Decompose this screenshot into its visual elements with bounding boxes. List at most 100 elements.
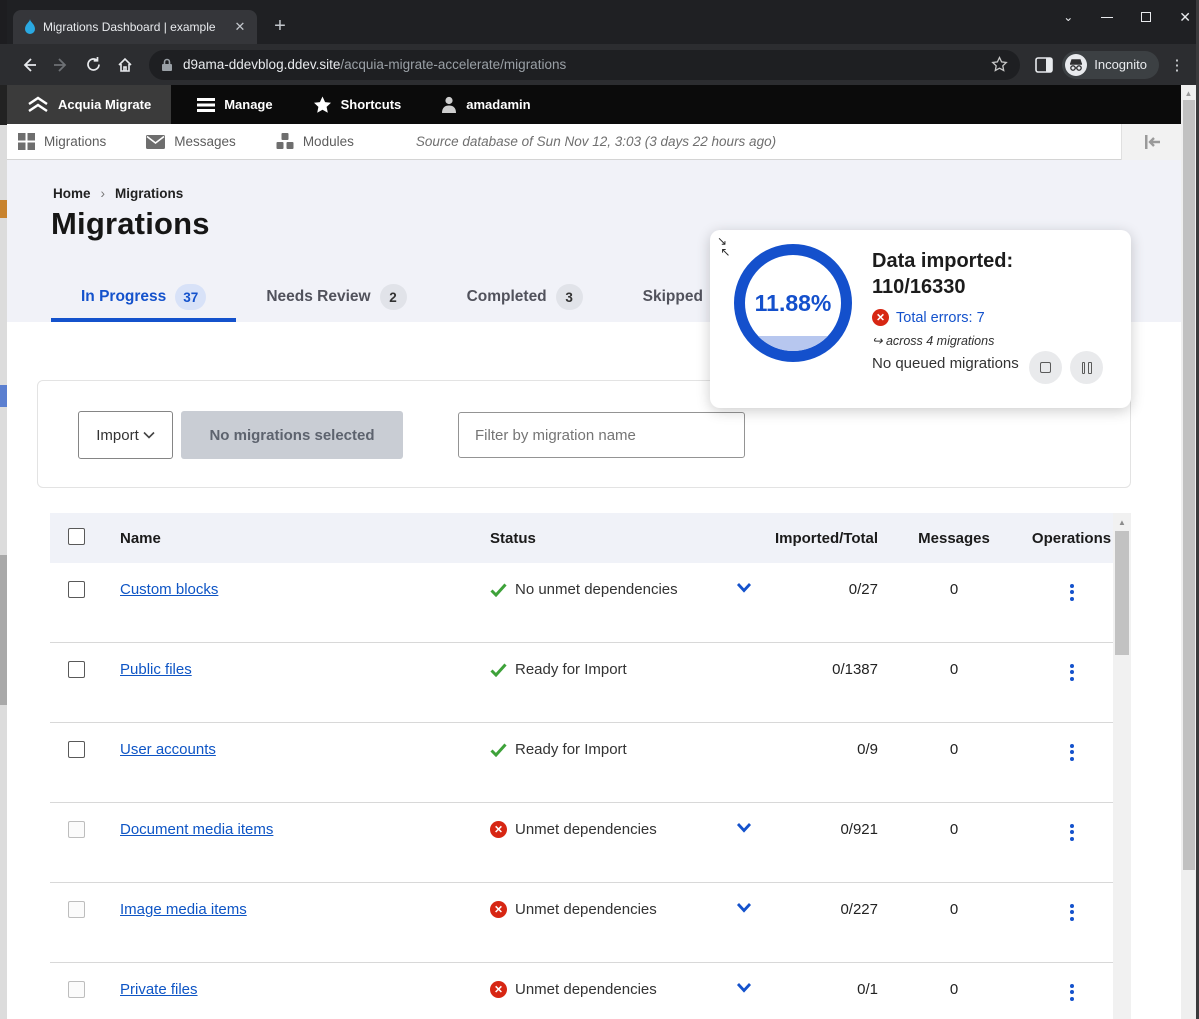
breadcrumb-home-link[interactable]: Home xyxy=(53,186,91,201)
migrations-table: Name Status Imported/Total Messages Oper… xyxy=(50,513,1113,1019)
tab-needs-review[interactable]: Needs Review2 xyxy=(236,276,436,322)
browser-scroll-up-icon[interactable]: ▲ xyxy=(1181,89,1196,98)
tab-search-chevron-icon[interactable]: ⌄ xyxy=(1063,10,1073,24)
row-checkbox[interactable] xyxy=(68,901,85,918)
nav-modules[interactable]: Modules xyxy=(262,124,368,159)
imported-total-value: 0/27 xyxy=(752,563,878,598)
imported-total-value: 0/1 xyxy=(752,963,878,998)
migration-link-private-files[interactable]: Private files xyxy=(120,981,198,998)
widget-buttons xyxy=(1029,351,1103,384)
browser-scrollbar-thumb[interactable] xyxy=(1183,100,1195,870)
row-checkbox[interactable] xyxy=(68,661,85,678)
breadcrumb: Home › Migrations xyxy=(53,186,183,201)
tab-close-icon[interactable]: ✕ xyxy=(231,18,249,36)
incognito-label: Incognito xyxy=(1094,57,1147,72)
address-bar[interactable]: d9ama-ddevblog.ddev.site/acquia-migrate-… xyxy=(149,50,1020,80)
tab-label: Completed xyxy=(467,288,547,306)
scroll-up-icon[interactable]: ▲ xyxy=(1113,518,1131,527)
messages-count: 0 xyxy=(878,563,1030,598)
nav-modules-label: Modules xyxy=(303,134,354,149)
row-checkbox[interactable] xyxy=(68,741,85,758)
nav-messages[interactable]: Messages xyxy=(132,124,250,159)
shortcuts-menu[interactable]: Shortcuts xyxy=(297,85,418,124)
back-icon[interactable] xyxy=(15,51,43,79)
chevron-down-icon[interactable] xyxy=(736,982,752,993)
close-window-icon[interactable]: ✕ xyxy=(1179,9,1191,26)
select-all-checkbox[interactable] xyxy=(68,528,85,545)
operations-kebab-icon[interactable] xyxy=(1070,821,1074,843)
total-errors-row: ✕ Total errors: 7 xyxy=(872,309,1122,326)
user-icon xyxy=(441,96,457,113)
migration-link-custom-blocks[interactable]: Custom blocks xyxy=(120,581,218,598)
browser-tab[interactable]: Migrations Dashboard | example ✕ xyxy=(13,10,257,44)
total-errors-link[interactable]: Total errors: 7 xyxy=(896,310,985,326)
status-label: Unmet dependencies xyxy=(515,981,657,998)
messages-count: 0 xyxy=(878,883,1030,918)
migration-link-document-media-items[interactable]: Document media items xyxy=(120,821,273,838)
migration-link-public-files[interactable]: Public files xyxy=(120,661,192,678)
status-cell: ✕Unmet dependencies xyxy=(490,821,752,838)
migration-link-image-media-items[interactable]: Image media items xyxy=(120,901,247,918)
bookmark-star-icon[interactable] xyxy=(991,56,1008,73)
operations-kebab-icon[interactable] xyxy=(1070,661,1074,683)
operations-kebab-icon[interactable] xyxy=(1070,581,1074,603)
no-migrations-selected-button: No migrations selected xyxy=(181,411,403,459)
browser-scrollbar[interactable]: ▲ xyxy=(1181,85,1196,1019)
forward-icon[interactable] xyxy=(47,51,75,79)
row-checkbox[interactable] xyxy=(68,981,85,998)
row-checkbox[interactable] xyxy=(68,581,85,598)
minimize-icon[interactable] xyxy=(1101,17,1113,18)
row-checkbox[interactable] xyxy=(68,821,85,838)
new-tab-button[interactable]: + xyxy=(267,15,293,38)
chevron-down-icon[interactable] xyxy=(736,582,752,593)
table-scrollbar[interactable]: ▲ xyxy=(1113,513,1131,1019)
manage-menu[interactable]: Manage xyxy=(181,85,288,124)
url-text: d9ama-ddevblog.ddev.site/acquia-migrate-… xyxy=(183,57,991,72)
stop-button[interactable] xyxy=(1029,351,1062,384)
table-scrollbar-thumb[interactable] xyxy=(1115,531,1129,655)
filter-input[interactable] xyxy=(458,412,745,458)
tab-completed[interactable]: Completed3 xyxy=(437,276,613,322)
operations-kebab-icon[interactable] xyxy=(1070,901,1074,923)
side-panel-icon[interactable] xyxy=(1030,51,1058,79)
import-label: Import xyxy=(96,427,139,444)
table-header-row: Name Status Imported/Total Messages Oper… xyxy=(50,513,1113,563)
browser-titlebar: Migrations Dashboard | example ✕ + ⌄ ✕ xyxy=(7,0,1199,44)
status-cell: Ready for Import xyxy=(490,741,752,758)
table-row: Custom blocks No unmet dependencies0/270 xyxy=(50,563,1113,643)
home-icon[interactable] xyxy=(111,51,139,79)
maximize-icon[interactable] xyxy=(1141,12,1151,22)
resize-handle-icon[interactable]: ↘ ↖ xyxy=(717,236,730,258)
browser-menu-icon[interactable]: ⋮ xyxy=(1163,51,1191,79)
chevron-down-icon[interactable] xyxy=(736,902,752,913)
screen: Migrations Dashboard | example ✕ + ⌄ ✕ d… xyxy=(0,0,1199,1019)
tab-label: Needs Review xyxy=(266,288,370,306)
user-menu[interactable]: amadamin xyxy=(425,85,546,124)
header-operations: Operations xyxy=(1030,530,1113,547)
modules-icon xyxy=(276,133,294,150)
reload-icon[interactable] xyxy=(79,51,107,79)
tab-in-progress[interactable]: In Progress37 xyxy=(51,276,236,322)
pause-button[interactable] xyxy=(1070,351,1103,384)
nav-migrations[interactable]: Migrations xyxy=(7,124,120,159)
status-label: Ready for Import xyxy=(515,741,627,758)
padlock-icon[interactable] xyxy=(161,58,173,72)
import-dropdown-button[interactable]: Import xyxy=(78,411,173,459)
data-imported-count: 110/16330 xyxy=(872,276,965,298)
breadcrumb-current: Migrations xyxy=(115,186,183,201)
left-edge-artifact xyxy=(0,0,7,1019)
status-cell: No unmet dependencies xyxy=(490,581,752,598)
operations-kebab-icon[interactable] xyxy=(1070,741,1074,763)
acquia-migrate-menu[interactable]: Acquia Migrate xyxy=(7,85,171,124)
error-icon: ✕ xyxy=(490,901,507,918)
operations-kebab-icon[interactable] xyxy=(1070,981,1074,1003)
messages-count: 0 xyxy=(878,723,1030,758)
double-chevron-up-icon xyxy=(27,96,49,113)
table-row: Image media items✕Unmet dependencies0/22… xyxy=(50,883,1113,963)
progress-percent: 11.88% xyxy=(745,255,841,351)
chevron-down-icon[interactable] xyxy=(736,822,752,833)
check-icon xyxy=(490,743,507,757)
toolbar-collapse-button[interactable] xyxy=(1121,124,1181,160)
stop-icon xyxy=(1040,362,1051,373)
migration-link-user-accounts[interactable]: User accounts xyxy=(120,741,216,758)
